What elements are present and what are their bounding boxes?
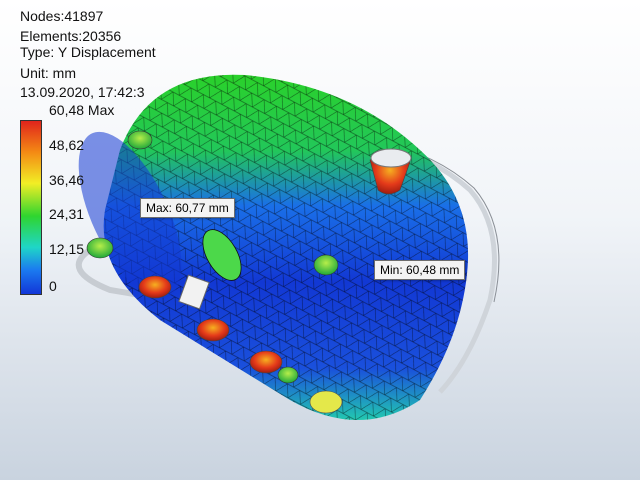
legend-label-4: 24,31 [49,206,85,222]
legend-label-5: 12,15 [49,241,85,257]
fea-viewport[interactable]: Nodes:41897 Elements:20356 Type: Y Displ… [0,0,640,480]
pressure-vessel-mesh-model[interactable] [0,0,640,480]
min-probe-label[interactable]: Min: 60,48 mm [374,260,466,280]
max-probe-label[interactable]: Max: 60,77 mm [140,198,235,218]
legend-label-max: 60,48 Max [49,102,115,118]
legend-label-2: 48,62 [49,137,85,153]
color-legend-bar [20,120,42,295]
timestamp-label: 13.09.2020, 17:42:3 [20,84,145,100]
unit-label: Unit: mm [20,65,76,81]
legend-label-3: 36,46 [49,172,85,188]
node-count-label: Nodes:41897 [20,8,104,24]
result-type-label: Type: Y Displacement [20,44,156,60]
legend-label-min: 0 [49,278,57,294]
